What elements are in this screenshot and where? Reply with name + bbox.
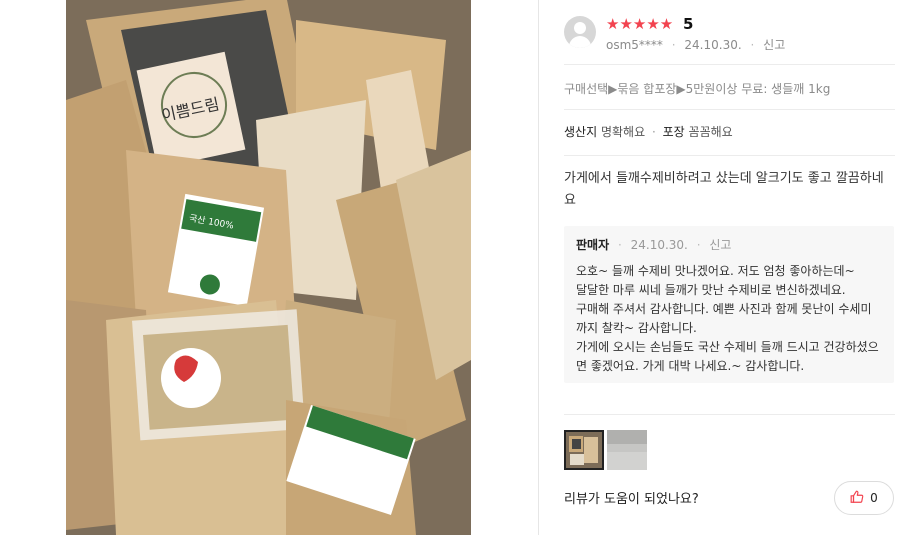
- review-viewer: 이쁨드림 국산 100% ★★★★★ 5 osm5**** · 24.10.30…: [0, 0, 920, 535]
- seller-reply: 판매자 · 24.10.30. · 신고 오호~ 들깨 수제비 맛나겠어요. 저…: [564, 226, 894, 383]
- divider: [564, 414, 895, 415]
- divider: [564, 64, 895, 65]
- review-photo[interactable]: 이쁨드림 국산 100%: [66, 0, 471, 535]
- thumbnail-selected[interactable]: [564, 430, 604, 470]
- default-avatar-icon: [564, 16, 596, 48]
- seller-reply-line: 면 좋겠어요. 가게 대박 나세요.~ 감사합니다.: [576, 359, 805, 373]
- eval-key-packaging: 포장: [662, 125, 685, 139]
- like-button[interactable]: 0: [834, 481, 894, 515]
- rating-stars: ★★★★★: [606, 15, 674, 33]
- review-evaluations: 생산지 명확해요 · 포장 꼼꼼해요: [564, 125, 733, 139]
- seller-reply-body: 오호~ 들깨 수제비 맛나겠어요. 저도 엄청 좋아하는데~ 달달한 마루 씨네…: [576, 262, 882, 376]
- seller-reply-line: 달달한 마루 씨네 들깨가 맛난 수제비로 변신하겠네요.: [576, 283, 846, 297]
- seller-name: 판매자: [576, 238, 610, 252]
- photo-area: 이쁨드림 국산 100%: [0, 0, 538, 535]
- seller-reply-line: 오호~ 들깨 수제비 맛나겠어요. 저도 엄청 좋아하는데~: [576, 264, 855, 278]
- thumbnail[interactable]: [607, 430, 647, 470]
- seller-reply-header: 판매자 · 24.10.30. · 신고: [576, 238, 732, 252]
- seller-reply-line: 구매해 주셔서 감사합니다. 예쁜 사진과 함께 못난이 수세미: [576, 302, 872, 316]
- divider: [564, 109, 895, 110]
- rating-score: 5: [683, 15, 694, 33]
- reviewer-id: osm5****: [606, 38, 663, 52]
- review-date: 24.10.30.: [684, 38, 742, 52]
- seller-reply-line: 까지 찰칵~ 감사합니다.: [576, 321, 697, 335]
- eval-value-origin: 명확해요: [600, 125, 646, 139]
- review-panel: ★★★★★ 5 osm5**** · 24.10.30. · 신고 구매선택▶묶…: [539, 0, 920, 535]
- seller-reply-date: 24.10.30.: [630, 238, 688, 252]
- divider: [564, 155, 895, 156]
- report-link[interactable]: 신고: [763, 38, 785, 52]
- like-count: 0: [870, 491, 878, 505]
- thumbs-up-icon: [850, 489, 864, 508]
- eval-key-origin: 생산지: [564, 125, 598, 139]
- review-content: 가게에서 들깨수제비하려고 샀는데 알크기도 좋고 깔끔하네요: [564, 171, 884, 208]
- eval-value-packaging: 꼼꼼해요: [688, 125, 733, 139]
- seller-report-link[interactable]: 신고: [709, 238, 731, 252]
- purchase-option: 구매선택▶묶음 합포장▶5만원이상 무료: 생들깨 1kg: [564, 82, 831, 96]
- seller-reply-line: 가게에 오시는 손님들도 국산 수제비 들깨 드시고 건강하셨으: [576, 340, 879, 354]
- helpful-question: 리뷰가 도움이 되었나요?: [564, 492, 699, 507]
- review-meta: osm5**** · 24.10.30. · 신고: [606, 38, 786, 52]
